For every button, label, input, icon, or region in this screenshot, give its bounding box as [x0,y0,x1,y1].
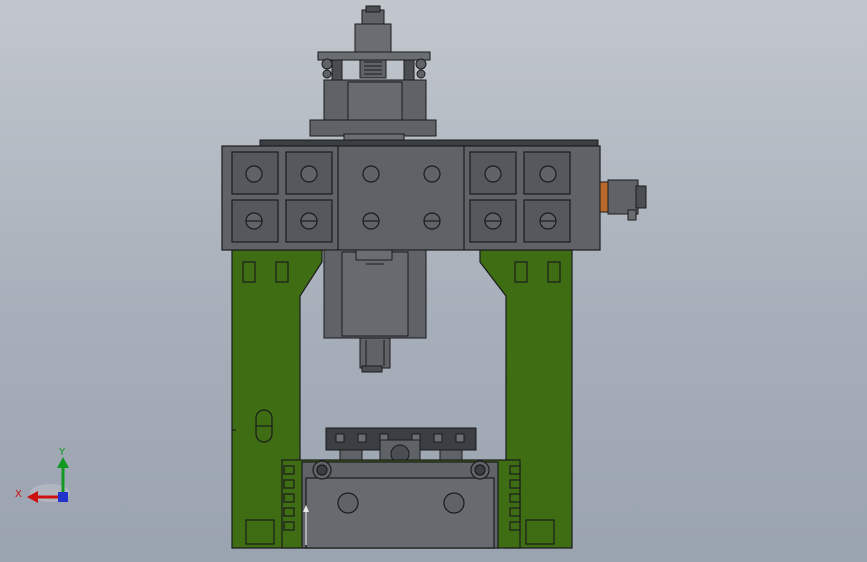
crossbeam [221,145,601,251]
cad-viewport[interactable]: Y X [0,0,867,562]
machine-drawing: Y X [15,5,647,549]
spindle-head-top [259,5,599,147]
spindle-ram [323,249,427,373]
work-table-base [281,459,521,549]
x-axis-label: X [15,489,22,500]
servo-motor [599,179,647,221]
y-axis-label: Y [58,447,66,458]
axis-triad: Y X [15,447,70,503]
